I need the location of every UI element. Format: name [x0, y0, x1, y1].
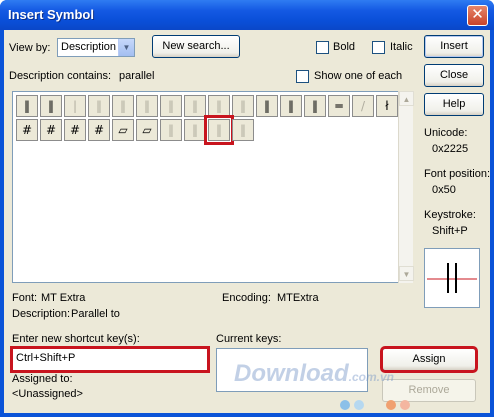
description-contains-label: Description contains: — [9, 70, 112, 82]
symbol-cell[interactable]: / — [352, 95, 374, 117]
scroll-down-icon[interactable]: ▼ — [399, 266, 414, 281]
symbol-grid: ‖ ‖ | ‖ ‖ ‖ ‖ ‖ ‖ ‖ ‖ ‖ ‖ ═ / ł # # # # … — [12, 91, 412, 283]
scroll-up-icon[interactable]: ▲ — [399, 91, 414, 106]
show-one-label: Show one of each — [314, 70, 403, 82]
symbol-cell[interactable]: ‖ — [208, 95, 230, 117]
dialog-window: Insert Symbol ✕ View by: Description ▼ N… — [0, 0, 494, 417]
encoding-value: MTExtra — [277, 292, 319, 304]
symbol-cell[interactable]: ‖ — [40, 95, 62, 117]
symbol-cell[interactable]: ‖ — [160, 95, 182, 117]
symbol-cell[interactable]: # — [64, 119, 86, 141]
chevron-down-icon[interactable]: ▼ — [118, 39, 134, 56]
font-label: Font: — [12, 292, 38, 304]
keystroke-value: Shift+P — [432, 225, 468, 237]
symbol-cell[interactable]: ł — [376, 95, 398, 117]
assigned-to-value: <Unassigned> — [12, 388, 83, 400]
font-position-value: 0x50 — [432, 184, 456, 196]
watermark-dot-icon — [340, 400, 350, 410]
assign-button[interactable]: Assign — [380, 346, 478, 373]
font-position-label: Font position: — [424, 168, 491, 180]
help-button[interactable]: Help — [424, 93, 484, 116]
watermark-dot-icon — [400, 400, 410, 410]
symbol-cell[interactable]: ‖ — [160, 119, 182, 141]
symbol-cell[interactable]: ‖ — [280, 95, 302, 117]
view-by-value: Description — [61, 41, 117, 53]
watermark-dot-icon — [354, 400, 364, 410]
bold-label: Bold — [333, 41, 356, 53]
enter-shortcut-label: Enter new shortcut key(s): — [12, 333, 140, 345]
symbol-cell[interactable]: ‖ — [16, 95, 38, 117]
assigned-to-label: Assigned to: — [12, 373, 73, 385]
symbol-cell[interactable]: ‖ — [88, 95, 110, 117]
symbol-cell[interactable]: ‖ — [256, 95, 278, 117]
bold-checkbox[interactable] — [316, 41, 329, 54]
symbol-cell[interactable]: ▱ — [112, 119, 134, 141]
insert-button[interactable]: Insert — [424, 35, 484, 58]
symbol-cell[interactable]: ▱ — [136, 119, 158, 141]
symbol-cell[interactable]: ‖ — [232, 119, 254, 141]
symbol-cell[interactable]: # — [88, 119, 110, 141]
close-icon[interactable]: ✕ — [467, 5, 488, 26]
shortcut-key-input[interactable]: Ctrl+Shift+P — [10, 346, 210, 373]
font-value: MT Extra — [41, 292, 86, 304]
watermark-suffix: .com.vn — [348, 370, 395, 384]
symbol-cell[interactable]: # — [16, 119, 38, 141]
symbol-preview — [424, 248, 480, 308]
remove-button: Remove — [382, 379, 476, 402]
symbol-cell[interactable]: ‖ — [184, 95, 206, 117]
symbol-cell[interactable]: ‖ — [184, 119, 206, 141]
watermark-logo: Download.com.vn — [234, 360, 394, 388]
parallel-symbol-preview-icon — [427, 263, 477, 293]
show-one-checkbox[interactable] — [296, 70, 309, 83]
symbol-grid-scrollbar[interactable]: ▲ ▼ — [398, 91, 414, 283]
description-value: Parallel to — [71, 308, 120, 320]
symbol-cell[interactable]: ‖ — [232, 95, 254, 117]
encoding-label: Encoding: — [222, 292, 271, 304]
symbol-cell[interactable]: ═ — [328, 95, 350, 117]
unicode-value: 0x2225 — [432, 143, 469, 155]
unicode-label: Unicode: — [424, 127, 468, 139]
italic-label: Italic — [390, 41, 413, 53]
symbol-cell[interactable]: ‖ — [136, 95, 158, 117]
close-button[interactable]: Close — [424, 64, 484, 87]
symbol-cell[interactable]: | — [64, 95, 86, 117]
current-keys-label: Current keys: — [216, 333, 282, 345]
symbol-cell[interactable]: ‖ — [304, 95, 326, 117]
title-bar: Insert Symbol ✕ — [0, 0, 494, 30]
dialog-title: Insert Symbol — [8, 7, 94, 22]
selected-symbol-cell[interactable]: ‖ — [204, 115, 234, 145]
description-label: Description: — [12, 308, 71, 320]
keystroke-label: Keystroke: — [424, 209, 476, 221]
watermark-text: Download — [234, 360, 349, 387]
symbol-cell[interactable]: ‖ — [112, 95, 134, 117]
italic-checkbox[interactable] — [372, 41, 385, 54]
view-by-label: View by: — [9, 42, 51, 54]
view-by-select[interactable]: Description ▼ — [57, 38, 135, 57]
dialog-body: View by: Description ▼ New search... Bol… — [4, 30, 490, 413]
watermark-dot-icon — [386, 400, 396, 410]
symbol-cell[interactable]: # — [40, 119, 62, 141]
new-search-button[interactable]: New search... — [152, 35, 240, 58]
description-contains-value: parallel — [119, 70, 155, 82]
